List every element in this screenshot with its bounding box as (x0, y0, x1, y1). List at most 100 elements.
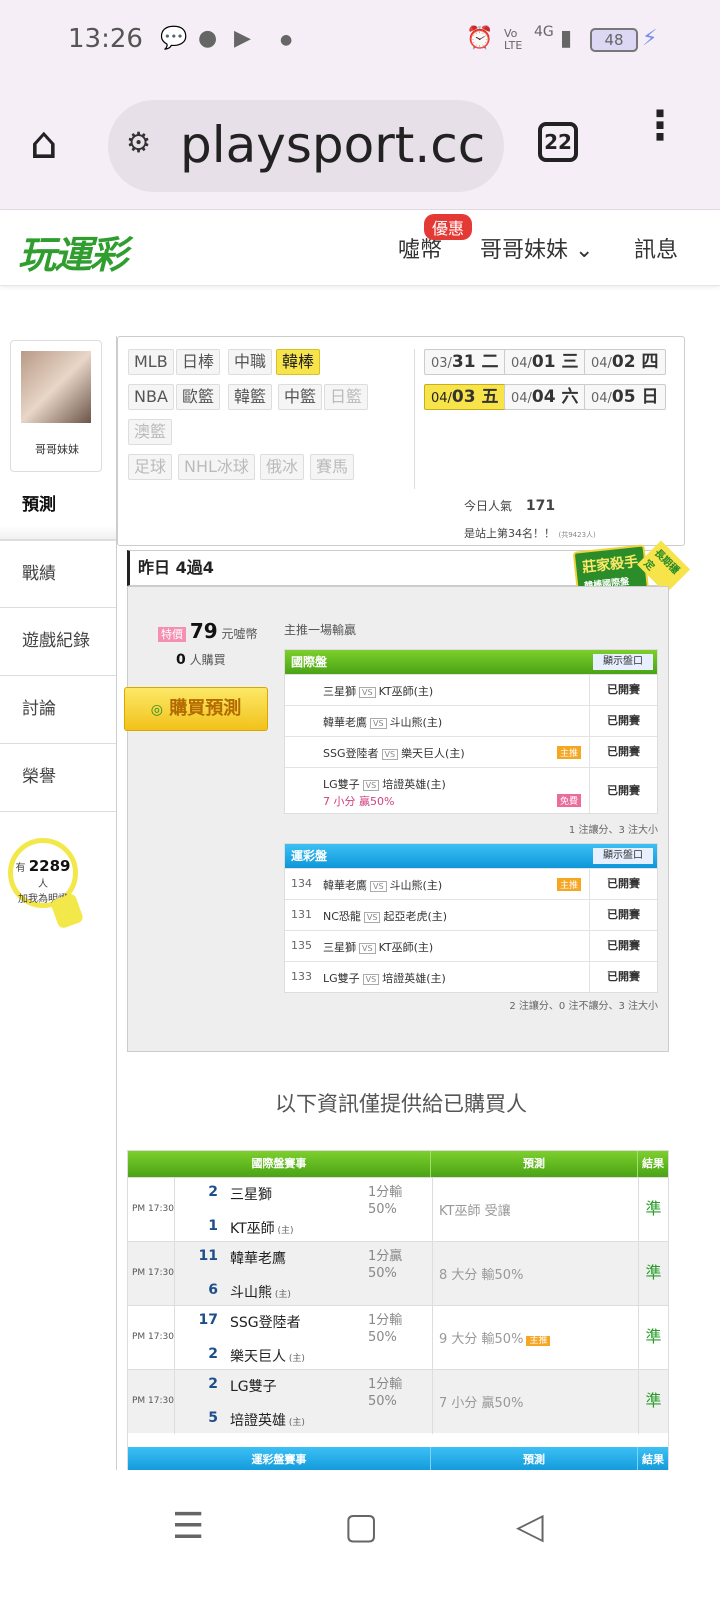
team1-score: 17 (198, 1312, 218, 1328)
divider (432, 1242, 433, 1306)
date-month: 04/ (591, 391, 612, 406)
date-tab[interactable]: 04/03 五 (424, 384, 506, 410)
show-odds-button-lottery[interactable]: 顯示盤口 (593, 848, 653, 864)
results-table: 國際盤賽事 預測 結果 PM 17:30 2 三星獅 1 KT巫師 (主) 1分輸 50% K… (127, 1150, 669, 1474)
address-bar[interactable]: ⚙ playsport.cc (108, 100, 504, 192)
username[interactable]: 哥哥妹妹 (11, 441, 103, 457)
results-table-header: 國際盤賽事 預測 結果 (128, 1151, 668, 1177)
sidebar-item-discussion[interactable]: 討論 (0, 676, 116, 744)
line-pct: 50% (368, 1330, 397, 1345)
game-row: SSG登陸者 VS 樂天巨人(主) 主推 已開賽 (285, 736, 657, 767)
away-team: KT巫師(主) (378, 941, 434, 954)
matchup: NC恐龍 VS 起亞老虎(主) (323, 908, 447, 924)
url-text[interactable]: playsport.cc (180, 116, 485, 174)
home-icon[interactable]: ⌂ (30, 118, 58, 169)
prediction: 9 大分 輸50% 主推 (439, 1328, 551, 1347)
date-weekday: 日 (635, 387, 659, 407)
pick-flag: 免費 (556, 794, 581, 807)
game-row: 韓華老鷹 VS 斗山熊(主) 已開賽 (285, 705, 657, 736)
nav-messages[interactable]: 訊息 (634, 232, 678, 264)
sidebar-item-predictions[interactable]: 預測 (0, 472, 116, 540)
fans-count: 2289 (28, 857, 71, 875)
category-tab[interactable]: 中籃 (278, 384, 323, 410)
menu-kebab-icon[interactable]: ⋮ (640, 106, 680, 146)
date-month: 04/ (511, 391, 532, 406)
category-tab[interactable]: 中職 (228, 349, 273, 375)
team2-score: 5 (208, 1410, 218, 1426)
date-tab[interactable]: 04/01 三 (504, 349, 586, 375)
category-tab[interactable]: 韓棒 (276, 349, 321, 375)
chat-icon: 💬 (160, 26, 188, 51)
col-prediction: 預測 (431, 1151, 639, 1177)
team2-score: 1 (208, 1218, 218, 1234)
popularity-label: 今日人氣 (464, 499, 513, 513)
game-status: 已開賽 (589, 706, 657, 736)
prediction-note: 受讓 (480, 1204, 511, 1219)
category-tab[interactable]: MLB (128, 349, 174, 375)
team2-name: 培證英雄 (主) (230, 1413, 305, 1429)
result-mark: 準 (638, 1242, 668, 1306)
prediction-note: 輸50% (477, 1268, 524, 1283)
prediction-pick: KT巫師 (439, 1204, 481, 1219)
sidebar-item-honors[interactable]: 榮譽 (0, 744, 116, 812)
tab-switcher-button[interactable]: 22 (538, 122, 578, 162)
pick-flag: 主推 (556, 878, 581, 891)
date-tab[interactable]: 04/04 六 (504, 384, 586, 410)
buyers-only-notice: 以下資訊僅提供給已購買人 (275, 1092, 527, 1116)
site-logo[interactable]: 玩運彩 (18, 224, 128, 279)
team1-name: 韓華老鷹 (230, 1251, 286, 1267)
buy-prediction-button[interactable]: ◎ 購買預測 (124, 687, 268, 731)
popularity-value: 171 (525, 498, 556, 514)
home-mark: (主) (274, 1226, 294, 1236)
game-number: 131 (291, 908, 312, 921)
prediction-pick: 7 小分 (439, 1396, 478, 1411)
nav-user-menu[interactable]: 哥哥妹妹 ⌄ (480, 232, 593, 264)
avatar[interactable] (21, 351, 91, 423)
line-result: 1分輸 50% (368, 1376, 402, 1410)
buyers-unit: 人購買 (189, 653, 226, 667)
category-tab[interactable]: NBA (128, 384, 174, 410)
result-row: PM 17:30 17 SSG登陸者 2 樂天巨人 (主) 1分輸 50% 9 大分 輸50%… (128, 1305, 668, 1370)
date-day: 01 (531, 352, 556, 372)
team1-score: 2 (208, 1376, 218, 1392)
category-tab[interactable]: 韓籃 (228, 384, 273, 410)
prediction-box: 特價 79 元噓幣 0 人購買 ◎ 購買預測 主推一場輸贏 國際盤 顯示盤口 三… (124, 586, 669, 1052)
category-tab[interactable]: 日棒 (176, 349, 221, 375)
away-team: 起亞老虎(主) (383, 910, 448, 923)
home-team: SSG登陸者 (323, 747, 379, 760)
sidebar-item-game-history[interactable]: 遊戲紀錄 (0, 608, 116, 676)
battery-indicator: 48 (590, 28, 638, 52)
line-text: 1分輸 (368, 1185, 403, 1200)
game-status: 已開賽 (589, 869, 657, 899)
category-tab[interactable]: 歐籃 (176, 384, 221, 410)
home-team: 韓華老鷹 (323, 879, 367, 892)
date-tab[interactable]: 03/31 二 (424, 349, 506, 375)
profile-card[interactable]: 哥哥妹妹 (10, 340, 102, 472)
home-team: NC恐龍 (323, 910, 361, 923)
game-row: 三星獅 VS KT巫師(主) 已開賽 (285, 674, 657, 705)
rank-text: 是站上第34名！！ (共9423人) (464, 525, 596, 541)
lottery-table-title: 運彩盤 (291, 849, 328, 863)
line-pct: 50% (368, 1394, 397, 1409)
sidebar-item-record[interactable]: 戰績 (0, 540, 116, 608)
category-tab: 日籃 (324, 384, 369, 410)
price-unit: 元噓幣 (221, 627, 258, 641)
result-row: PM 17:30 2 LG雙子 5 培證英雄 (主) 1分輸 50% 7 小分 贏50% 準 (128, 1369, 668, 1434)
date-weekday: 三 (555, 352, 579, 372)
result-mark: 準 (638, 1370, 668, 1434)
matchup: 三星獅 VS KT巫師(主) (323, 683, 433, 699)
show-odds-button[interactable]: 顯示盤口 (593, 654, 653, 670)
recent-apps-icon[interactable]: ☰ (172, 1506, 204, 1547)
matchup: 三星獅 VS KT巫師(主) (323, 939, 433, 955)
site-settings-icon[interactable]: ⚙ (126, 126, 151, 159)
home-nav-icon[interactable]: ▢ (344, 1506, 378, 1547)
category-tab: NHL冰球 (178, 454, 255, 480)
divider (432, 1178, 433, 1242)
away-team: KT巫師(主) (378, 685, 434, 698)
date-tab[interactable]: 04/02 四 (584, 349, 666, 375)
back-icon[interactable]: ◁ (516, 1506, 544, 1547)
date-tab[interactable]: 04/05 日 (584, 384, 666, 410)
away-team: 斗山熊(主) (389, 879, 443, 892)
pick-flag: 主推 (526, 1336, 551, 1346)
dot-icon: ● (280, 32, 293, 48)
